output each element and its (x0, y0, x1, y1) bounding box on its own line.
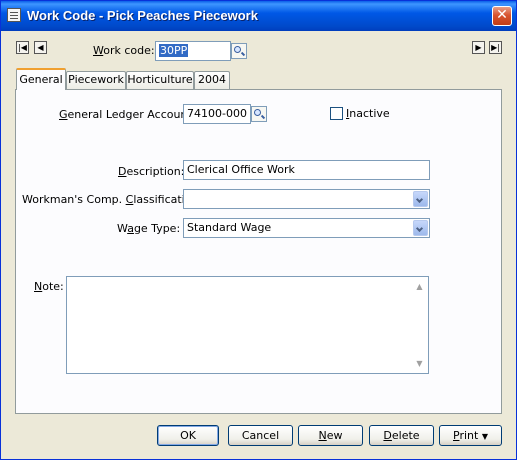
scroll-up-icon[interactable]: ▲ (413, 280, 426, 293)
window-title: Work Code - Pick Peaches Piecework (27, 8, 258, 23)
work-code-window: Work Code - Pick Peaches Piecework ✕ |◀ … (0, 0, 517, 460)
prev-record-icon: ◀ (37, 43, 44, 52)
next-record-button[interactable]: ▶ (472, 41, 485, 54)
work-code-label: Work code: (93, 44, 155, 57)
first-record-icon: |◀ (18, 43, 27, 52)
inactive-label[interactable]: Inactive (346, 107, 390, 120)
gl-account-label: General Ledger Account: (59, 108, 196, 121)
next-record-icon: ▶ (475, 43, 482, 52)
gl-account-input[interactable]: 74100-000 (183, 104, 251, 124)
workmans-comp-label: Workman's Comp. Classification: (22, 193, 203, 206)
magnifier-icon (254, 109, 261, 116)
tab-horticulture[interactable]: Horticulture (126, 71, 194, 89)
window-icon (7, 8, 21, 22)
last-record-button[interactable]: ▶| (489, 41, 502, 54)
description-input[interactable]: Clerical Office Work (183, 160, 430, 180)
work-code-lookup-button[interactable] (231, 43, 247, 59)
work-code-input[interactable]: 30PP (155, 41, 231, 61)
tab-2004[interactable]: 2004 (194, 71, 230, 89)
gl-account-lookup-button[interactable] (251, 106, 267, 122)
tab-general[interactable]: General (16, 68, 66, 90)
cancel-button[interactable]: Cancel (228, 425, 293, 446)
close-button[interactable]: ✕ (492, 6, 512, 26)
note-label: Note: (34, 280, 64, 293)
inactive-checkbox[interactable] (330, 107, 343, 120)
print-button[interactable]: Print ▼ (439, 425, 502, 446)
magnifier-icon (234, 46, 241, 53)
first-record-button[interactable]: |◀ (16, 41, 29, 54)
note-textarea[interactable]: ▲ ▼ (66, 276, 429, 374)
chevron-down-icon[interactable] (413, 191, 428, 207)
workmans-comp-select[interactable] (183, 189, 430, 209)
prev-record-button[interactable]: ◀ (34, 41, 47, 54)
tab-piecework[interactable]: Piecework (66, 71, 126, 89)
ok-button[interactable]: OK (157, 425, 219, 446)
delete-button[interactable]: Delete (369, 425, 434, 446)
last-record-icon: ▶| (491, 43, 500, 52)
close-icon: ✕ (496, 7, 508, 23)
dropdown-arrow-icon: ▼ (481, 432, 488, 441)
chevron-down-icon[interactable] (413, 220, 428, 236)
new-button[interactable]: New (298, 425, 363, 446)
wage-type-label: Wage Type: (117, 222, 181, 235)
wage-type-select[interactable]: Standard Wage (183, 218, 430, 238)
description-label: Description: (118, 165, 185, 178)
scroll-down-icon[interactable]: ▼ (413, 357, 426, 370)
title-bar[interactable]: Work Code - Pick Peaches Piecework ✕ (1, 1, 516, 31)
